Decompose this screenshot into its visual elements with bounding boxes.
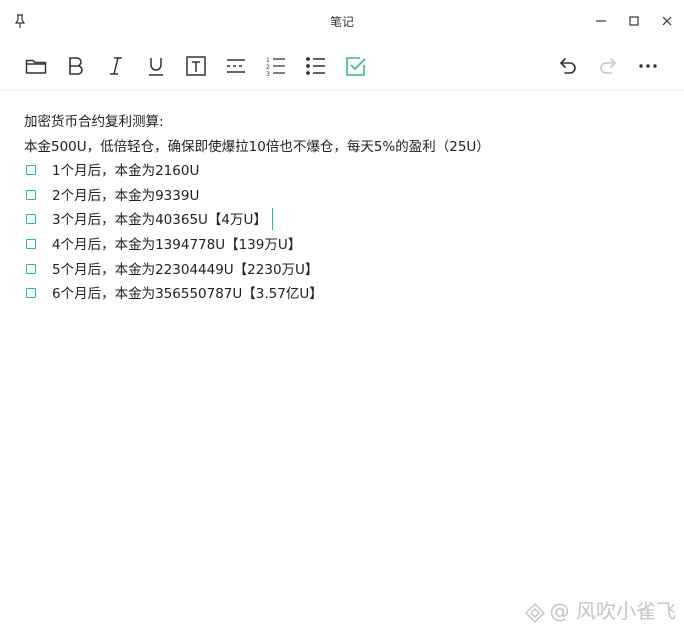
minimize-button[interactable] bbox=[592, 12, 610, 30]
checklist-item: 1个月后，本金为2160U bbox=[24, 159, 664, 184]
redo-icon[interactable] bbox=[596, 54, 620, 78]
checklist-item-text: 4个月后，本金为1394778U【139万U】 bbox=[52, 236, 302, 253]
checklist-item: 3个月后，本金为40365U【4万U】 bbox=[24, 207, 664, 233]
underline-icon[interactable] bbox=[144, 54, 168, 78]
maximize-button[interactable] bbox=[625, 12, 643, 30]
formatting-toolbar: 1 2 3 bbox=[0, 46, 684, 86]
title-bar: 笔记 bbox=[0, 0, 684, 42]
checklist-item-text: 5个月后，本金为22304449U【2230万U】 bbox=[52, 261, 319, 278]
italic-icon[interactable] bbox=[104, 54, 128, 78]
note-heading: 加密货币合约复利测算: bbox=[24, 114, 164, 130]
bullet-list-icon[interactable] bbox=[304, 54, 328, 78]
checklist-item: 5个月后，本金为22304449U【2230万U】 bbox=[24, 258, 664, 283]
toolbar-divider bbox=[0, 90, 684, 91]
checkbox[interactable] bbox=[26, 165, 36, 176]
bold-icon[interactable] bbox=[64, 54, 88, 78]
watermark: @ 风吹小雀飞 bbox=[524, 595, 676, 624]
note-editor[interactable]: 加密货币合约复利测算: 本金500U，低倍轻仓，确保即使爆拉10倍也不爆仓，每天… bbox=[24, 110, 664, 307]
text-box-icon[interactable] bbox=[184, 54, 208, 78]
checkbox[interactable] bbox=[26, 263, 36, 274]
checklist-item-text: 1个月后，本金为2160U bbox=[52, 163, 200, 180]
checklist-item-text: 3个月后，本金为40365U【4万U】 bbox=[52, 212, 267, 229]
more-icon[interactable] bbox=[636, 54, 660, 78]
checklist-item: 6个月后，本金为356550787U【3.57亿U】 bbox=[24, 282, 664, 307]
checkbox[interactable] bbox=[26, 238, 36, 249]
window-title: 笔记 bbox=[329, 15, 354, 29]
close-button[interactable] bbox=[658, 12, 676, 30]
divider-line-icon[interactable] bbox=[224, 54, 248, 78]
watermark-text: @ 风吹小雀飞 bbox=[549, 599, 676, 623]
checklist-item-text: 6个月后，本金为356550787U【3.57亿U】 bbox=[52, 286, 323, 303]
folder-icon[interactable] bbox=[24, 54, 48, 78]
checklist-item: 4个月后，本金为1394778U【139万U】 bbox=[24, 233, 664, 258]
svg-text:3: 3 bbox=[266, 71, 270, 78]
checkbox[interactable] bbox=[26, 189, 36, 200]
checklist-item-text: 2个月后，本金为9339U bbox=[52, 187, 200, 204]
svg-text:2: 2 bbox=[266, 64, 270, 71]
text-cursor bbox=[271, 207, 274, 230]
checkbox[interactable] bbox=[26, 214, 36, 225]
watermark-logo-icon bbox=[524, 602, 545, 623]
svg-text:1: 1 bbox=[266, 57, 270, 64]
numbered-list-icon[interactable]: 1 2 3 bbox=[264, 54, 288, 78]
note-intro: 本金500U，低倍轻仓，确保即使爆拉10倍也不爆仓，每天5%的盈利（25U） bbox=[24, 138, 490, 155]
checklist-icon[interactable] bbox=[344, 54, 368, 78]
checklist-item: 2个月后，本金为9339U bbox=[24, 184, 664, 209]
undo-icon[interactable] bbox=[556, 54, 580, 78]
checkbox[interactable] bbox=[26, 288, 36, 299]
